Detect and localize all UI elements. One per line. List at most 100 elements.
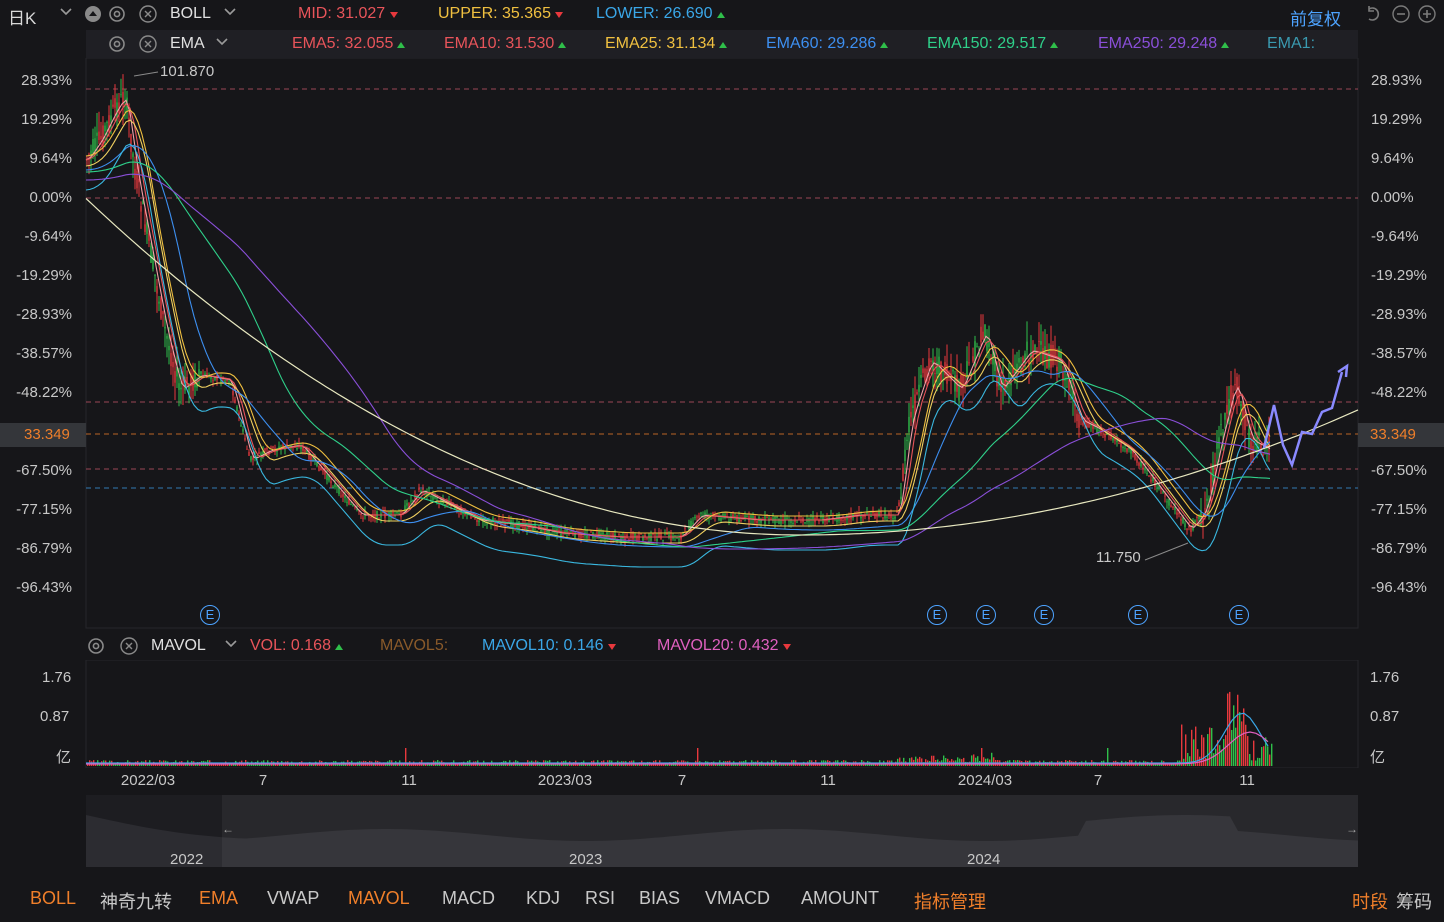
indicator-tab[interactable]: MACD	[442, 888, 495, 909]
boll-upper-value: 35.365	[502, 5, 551, 22]
candle-body	[508, 519, 510, 523]
candle-body	[958, 384, 960, 401]
candle-body	[952, 370, 954, 372]
mavol10-line	[86, 712, 1269, 764]
low-leader-line	[1144, 542, 1189, 561]
indicator-tab[interactable]: MAVOL	[348, 888, 410, 909]
undo-icon[interactable]	[1364, 5, 1382, 28]
candle-body	[1088, 420, 1090, 428]
ema-item: EMA150: 29.517	[927, 35, 1078, 53]
settings-gear-icon[interactable]	[108, 5, 126, 28]
earnings-event-marker[interactable]: E	[927, 605, 947, 625]
candle-body	[648, 533, 650, 539]
boll-chevron-down-icon[interactable]	[224, 4, 236, 22]
candle-body	[1172, 506, 1174, 509]
vol-value: VOL: 0.168	[250, 637, 344, 655]
indicator-tab[interactable]: VWAP	[267, 888, 319, 909]
candle-body	[1216, 443, 1218, 449]
indicator-tab[interactable]: 指标管理	[914, 888, 986, 914]
candle-body	[800, 521, 802, 523]
navigator-right-handle[interactable]: →	[1346, 822, 1358, 836]
y-tick-right: -67.50%	[1371, 462, 1427, 479]
candle-body	[892, 518, 894, 520]
navigator-left-handle[interactable]: ←	[222, 822, 234, 836]
candle-body	[662, 539, 664, 541]
volume-bar	[945, 758, 947, 766]
indicator-tab[interactable]: KDJ	[526, 888, 560, 909]
candle-body	[1146, 473, 1148, 475]
candle-body	[692, 522, 694, 524]
candle-body	[922, 368, 924, 373]
candle-body	[242, 429, 244, 432]
collapse-up-icon[interactable]	[84, 5, 102, 28]
volume-bar	[919, 756, 921, 766]
ema-indicator-name[interactable]: EMA	[170, 35, 205, 53]
indicator-tab[interactable]: AMOUNT	[801, 888, 879, 909]
zoom-in-icon[interactable]	[1418, 5, 1436, 28]
candle-body	[1078, 414, 1080, 428]
ema-item: EMA1:	[1267, 35, 1315, 53]
indicator-tab[interactable]: BOLL	[30, 888, 76, 909]
mavol-indicator-name[interactable]: MAVOL	[151, 637, 206, 655]
candle-body	[1206, 498, 1208, 501]
indicator-tab[interactable]: VMACD	[705, 888, 770, 909]
candle-body	[1026, 341, 1028, 351]
volume-chart[interactable]	[0, 660, 1444, 768]
close-indicator-icon[interactable]	[139, 5, 157, 28]
earnings-event-marker[interactable]: E	[200, 605, 220, 625]
candle-body	[272, 446, 274, 449]
mavol5-label: MAVOL5:	[380, 637, 449, 654]
indicator-tab[interactable]: RSI	[585, 888, 615, 909]
candle-body	[1220, 424, 1222, 426]
candle-body	[646, 537, 648, 539]
candle-body	[1154, 480, 1156, 487]
mavol-chevron-down-icon[interactable]	[225, 636, 237, 654]
ema-chevron-down-icon[interactable]	[216, 34, 228, 52]
candle-body	[786, 517, 788, 520]
indicator-tab[interactable]: 神奇九转	[100, 888, 172, 914]
candle-body	[632, 533, 634, 540]
candle-body	[150, 245, 152, 263]
ema-settings-gear-icon[interactable]	[108, 35, 126, 58]
ema-item-label: EMA10:	[444, 35, 501, 52]
candle-body	[590, 531, 592, 533]
earnings-event-marker[interactable]: E	[1128, 605, 1148, 625]
candle-body	[1226, 404, 1228, 414]
earnings-event-marker[interactable]: E	[1034, 605, 1054, 625]
candle-body	[492, 517, 494, 521]
candle-body	[156, 286, 158, 294]
price-chart[interactable]	[0, 58, 1444, 658]
candle-body	[910, 411, 912, 418]
volume-bar	[921, 758, 923, 766]
candle-body	[1098, 430, 1100, 432]
time-segment-button[interactable]: 时段	[1352, 888, 1388, 914]
volume-bar	[1271, 743, 1273, 766]
candle-body	[1166, 501, 1168, 503]
volume-bar	[1263, 746, 1265, 766]
range-navigator[interactable]	[86, 795, 1358, 867]
chips-button[interactable]: 筹码	[1396, 888, 1432, 914]
up-arrow-icon	[558, 42, 567, 48]
candle-body	[920, 374, 922, 378]
indicator-tab[interactable]: BIAS	[639, 888, 680, 909]
candle-body	[296, 447, 298, 450]
candle-body	[436, 497, 438, 499]
candle-body	[1068, 380, 1070, 390]
earnings-event-marker[interactable]: E	[976, 605, 996, 625]
mavol-settings-gear-icon[interactable]	[87, 637, 105, 660]
period-label[interactable]: 日K	[8, 4, 36, 29]
candle-body	[570, 531, 572, 533]
vol-tick-unit-right: 亿	[1370, 749, 1386, 766]
ema-close-icon[interactable]	[139, 35, 157, 58]
zoom-out-icon[interactable]	[1392, 5, 1410, 28]
boll-indicator-name[interactable]: BOLL	[170, 5, 211, 23]
candle-body	[132, 153, 134, 158]
candle-body	[1224, 412, 1226, 420]
candle-body	[1240, 404, 1242, 407]
mavol-close-icon[interactable]	[120, 637, 138, 660]
earnings-event-marker[interactable]: E	[1229, 605, 1249, 625]
period-chevron-down-icon[interactable]	[60, 4, 72, 22]
indicator-tab[interactable]: EMA	[199, 888, 238, 909]
candle-body	[226, 379, 228, 381]
adjust-mode-button[interactable]: 前复权	[1290, 5, 1341, 30]
